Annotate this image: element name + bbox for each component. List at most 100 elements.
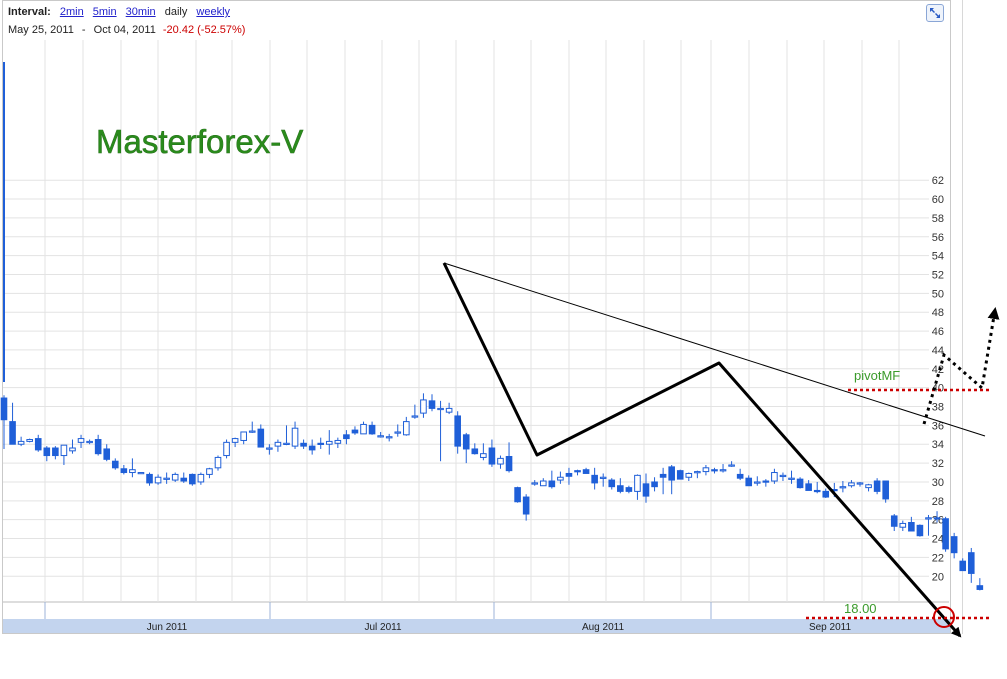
candle <box>839 481 847 493</box>
candle <box>462 432 470 464</box>
candle <box>882 480 889 503</box>
y-tick-label: 20 <box>932 571 944 583</box>
y-tick-label: 60 <box>932 194 944 206</box>
candle <box>257 424 265 448</box>
candle <box>608 478 616 490</box>
candle <box>94 434 102 456</box>
x-axis-bar <box>3 619 950 633</box>
y-axis-ticks: 2022242628303234363840424446485052545658… <box>932 175 944 583</box>
candle <box>325 430 333 455</box>
candle <box>385 433 393 442</box>
candle <box>60 444 68 465</box>
candle <box>942 516 949 552</box>
candle <box>146 472 153 486</box>
pivot-label: pivotMF <box>854 368 900 383</box>
candle <box>214 455 222 471</box>
candle <box>685 472 693 482</box>
x-tick-label: Aug 2011 <box>582 622 625 633</box>
candle <box>531 480 539 486</box>
candle <box>86 439 93 445</box>
candle <box>26 438 33 443</box>
candle <box>890 514 898 531</box>
candle <box>505 442 513 473</box>
y-tick-label: 56 <box>932 232 944 244</box>
candle <box>403 416 410 436</box>
candle <box>34 434 42 452</box>
chart-canvas: 2022242628303234363840424446485052545658… <box>0 40 1000 638</box>
candle <box>865 483 872 492</box>
candle <box>779 472 787 482</box>
x-tick-label: Jun 2011 <box>147 622 188 633</box>
y-tick-label: 22 <box>932 552 944 564</box>
y-tick-label: 28 <box>932 496 944 508</box>
x-tick-label: Sep 2011 <box>809 622 852 633</box>
y-tick-label: 34 <box>932 439 944 451</box>
candle <box>368 421 376 435</box>
candle <box>428 394 436 412</box>
bold-zigzag-line <box>442 262 962 638</box>
candle <box>223 439 230 459</box>
candle <box>445 402 453 415</box>
candle <box>813 481 821 494</box>
candle <box>694 470 701 479</box>
y-tick-label: 24 <box>932 534 944 546</box>
candle <box>522 494 530 521</box>
candle <box>873 478 881 495</box>
candle <box>711 467 718 474</box>
watermark-text: Masterforex-V <box>96 123 303 160</box>
candle <box>762 479 770 487</box>
candle <box>753 476 761 486</box>
candle <box>796 477 804 489</box>
x-tick-label: Jul 2011 <box>364 622 402 633</box>
candle <box>103 444 111 462</box>
candle <box>420 393 427 418</box>
candle <box>171 472 179 482</box>
candle <box>266 444 273 455</box>
candle <box>248 421 256 433</box>
y-tick-label: 38 <box>932 402 944 414</box>
candle <box>702 464 710 476</box>
y-tick-label: 32 <box>932 458 944 470</box>
candle <box>180 472 188 483</box>
candle <box>437 400 444 462</box>
candle <box>617 478 624 494</box>
candle <box>848 480 855 488</box>
candle <box>9 402 16 445</box>
candle <box>668 464 675 495</box>
candle <box>52 446 59 460</box>
candle <box>676 469 684 480</box>
candle <box>394 424 402 437</box>
candle <box>634 474 641 500</box>
candle <box>308 439 316 455</box>
candle <box>334 437 342 449</box>
candle <box>728 461 735 467</box>
y-tick-label: 50 <box>932 288 944 300</box>
candle <box>360 421 367 435</box>
candle <box>625 485 633 494</box>
y-tick-label: 26 <box>932 515 944 527</box>
y-tick-label: 48 <box>932 307 944 319</box>
candle <box>351 426 359 435</box>
candle <box>17 436 25 447</box>
candle <box>154 474 162 485</box>
candle <box>231 437 239 448</box>
candle <box>514 486 521 503</box>
candle <box>197 472 205 485</box>
candlestick-series <box>0 393 984 591</box>
candle <box>137 472 145 475</box>
candle <box>206 467 213 479</box>
candle <box>120 464 128 475</box>
y-tick-label: 30 <box>932 477 944 489</box>
candle <box>925 514 932 536</box>
candle <box>719 464 727 473</box>
candle <box>736 468 744 481</box>
candle <box>480 443 487 461</box>
candle <box>317 437 325 449</box>
y-tick-label: 44 <box>932 345 944 357</box>
candle <box>967 547 975 583</box>
candle <box>497 455 504 469</box>
candle <box>959 558 967 572</box>
horizontal-gridlines <box>3 179 949 603</box>
candle <box>916 524 924 537</box>
candle <box>976 578 984 591</box>
